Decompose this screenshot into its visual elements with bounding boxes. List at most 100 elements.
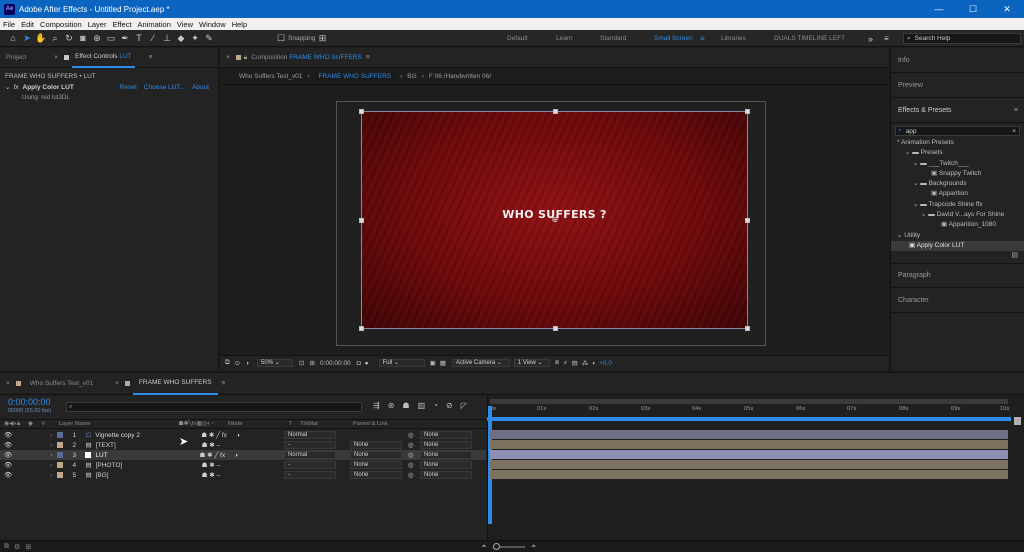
graph-editor-icon[interactable]: ⊘ <box>446 401 453 410</box>
eye-icon[interactable]: 👁︎ <box>4 471 12 479</box>
zoom-dropdown[interactable]: 50% ⌄ <box>257 359 294 367</box>
parent-dropdown[interactable]: None <box>420 461 472 469</box>
character-panel-header[interactable]: Character <box>891 288 1024 314</box>
breadcrumb-item-3[interactable]: BG <box>407 73 416 80</box>
eye-icon[interactable]: 👁︎ <box>4 441 12 449</box>
label-color-swatch[interactable] <box>57 442 64 448</box>
layer-row-2[interactable]: 👁︎ › 2 ▤ [TEXT] ☗ ✱ – - None None ◎ <box>0 440 486 450</box>
layer-bar-5[interactable] <box>490 470 1008 479</box>
pick-whip-icon[interactable]: ◎ <box>408 461 414 469</box>
close-tab-icon[interactable]: × <box>54 54 58 61</box>
composition-name[interactable]: FRAME WHO SUFFERS <box>289 54 362 61</box>
timecode-display[interactable]: 0:00:00:00 <box>320 360 351 367</box>
selection-tool-icon[interactable]: ➤ <box>20 31 34 45</box>
trkmat-dropdown[interactable]: None <box>350 471 402 479</box>
tree-item[interactable]: ▣ Apparition <box>891 189 1024 199</box>
transform-handle[interactable] <box>359 326 364 331</box>
layer-switches-icon[interactable]: ☗ ✱ – <box>202 471 221 479</box>
fx-icon[interactable]: fx <box>13 84 18 91</box>
menu-window[interactable]: Window <box>196 20 229 29</box>
toggle-modes-icon[interactable]: ⊞ <box>25 543 31 551</box>
exposure-icon[interactable]: ◐ <box>592 360 596 367</box>
snapshot-icon[interactable]: ◘ <box>357 360 361 367</box>
comp-flowchart-icon[interactable]: ⇶ <box>373 401 380 410</box>
close-timeline-tab-icon[interactable]: × <box>6 380 10 387</box>
grid-icon[interactable]: ⊞ <box>310 359 315 367</box>
snapping-checkbox-icon[interactable]: ☐ <box>276 31 286 45</box>
rectangle-tool-icon[interactable]: ▭ <box>104 31 118 45</box>
clone-stamp-tool-icon[interactable]: ⊥ <box>160 31 174 45</box>
tree-item[interactable]: ▣ Snappy Twitch <box>891 169 1024 179</box>
show-channel-icon[interactable]: ● <box>365 360 369 367</box>
transform-handle[interactable] <box>359 109 364 114</box>
close-timeline-tab-icon[interactable]: × <box>115 380 119 387</box>
paragraph-panel-header[interactable]: Paragraph <box>891 263 1024 289</box>
eye-icon[interactable]: 👁︎ <box>4 431 12 439</box>
workspace-learn[interactable]: Learn <box>556 30 573 47</box>
parent-dropdown[interactable]: None <box>420 441 472 449</box>
workspace-libraries[interactable]: Libraries <box>721 30 746 47</box>
eye-icon[interactable]: 👁︎ <box>4 461 12 469</box>
eye-icon[interactable]: 👁︎ <box>4 451 12 459</box>
fit-icon[interactable]: ⊡ <box>299 359 304 367</box>
pick-whip-icon[interactable]: ◎ <box>408 471 414 479</box>
frame-blending-icon[interactable]: ▥ <box>418 401 426 410</box>
toggle-pixel-aspect-icon[interactable]: ⧈ <box>555 359 559 367</box>
always-preview-icon[interactable]: ⧉ <box>225 359 230 367</box>
tree-item[interactable]: ⌄ ▬ Backgrounds <box>891 179 1024 189</box>
label-color-swatch[interactable] <box>57 462 64 468</box>
reset-link[interactable]: Reset <box>120 84 137 91</box>
workspace-small-screen[interactable]: Small Screen <box>654 30 693 47</box>
menu-view[interactable]: View <box>174 20 196 29</box>
time-ruler[interactable]: 0s 01s 02s 03s 04s 05s 06s 07s 08s 09s 1… <box>490 404 1009 416</box>
maximize-button[interactable]: ☐ <box>956 0 990 18</box>
timeline-icon[interactable]: ▤ <box>572 359 578 367</box>
menu-composition[interactable]: Composition <box>37 20 85 29</box>
workspace-more-icon[interactable]: » <box>868 30 873 47</box>
trkmat-dropdown[interactable]: None <box>350 461 402 469</box>
minimize-button[interactable]: — <box>922 0 956 18</box>
breadcrumb-item-2[interactable]: FRAME WHO SUFFERS <box>314 72 396 80</box>
close-button[interactable]: ✕ <box>990 0 1024 18</box>
zoom-tool-icon[interactable]: ⌕ <box>48 31 62 45</box>
tree-item[interactable]: ⌄ ▬ David V...ays For Shine <box>891 210 1024 220</box>
parent-dropdown[interactable]: None <box>420 471 472 479</box>
label-color-swatch[interactable] <box>57 452 64 458</box>
timeline-search-input[interactable]: ⌕ <box>66 402 362 412</box>
timeline-panel-menu-icon[interactable]: ≡ <box>222 380 226 387</box>
comp-canvas[interactable]: WHO SUFFERS ? ⊕ <box>359 109 750 331</box>
transform-handle[interactable] <box>745 326 750 331</box>
timeline-tab-who-suffers-test[interactable]: Who Suffers Test_v01 <box>24 373 99 395</box>
expand-arrow-icon[interactable]: › <box>50 472 52 479</box>
rotate-tool-icon[interactable]: ↻ <box>62 31 76 45</box>
home-icon[interactable]: ⌂ <box>6 31 20 45</box>
camera-dropdown[interactable]: Active Camera ⌄ <box>451 359 510 367</box>
expand-arrow-icon[interactable]: › <box>50 442 52 449</box>
transform-handle[interactable] <box>745 109 750 114</box>
zoom-slider-handle[interactable] <box>492 542 500 550</box>
resolution-dropdown[interactable]: Full ⌄ <box>378 359 425 367</box>
parent-dropdown[interactable]: None <box>420 431 472 439</box>
transform-handle[interactable] <box>745 218 750 223</box>
transform-handle[interactable] <box>553 326 558 331</box>
anchor-point-icon[interactable]: ⊕ <box>550 215 560 225</box>
layer-row-3-selected[interactable]: 👁︎ › 3 LUT ☗ ✱ ╱ fx ◑ Normal None None ◎ <box>0 450 486 460</box>
menu-animation[interactable]: Animation <box>135 20 174 29</box>
zoom-in-icon[interactable]: ⏶ <box>531 543 537 551</box>
header-layer-name[interactable]: Layer Name <box>59 421 91 427</box>
trkmat-dropdown[interactable]: None <box>350 441 402 449</box>
layer-switches-icon[interactable]: ☗ ✱ ╱ fx ◑ <box>199 451 238 459</box>
mode-dropdown[interactable]: Normal <box>284 431 336 439</box>
close-comp-tab-icon[interactable]: × <box>226 54 230 61</box>
toggle-switches-icon[interactable]: ⚙︎ <box>14 543 20 551</box>
workspace-menu-icon[interactable]: ≡ <box>700 30 705 47</box>
workspace-default[interactable]: Default <box>507 30 528 47</box>
exposure-value[interactable]: +0.0 <box>599 360 612 367</box>
panel-menu-icon[interactable]: ≡ <box>1014 107 1018 114</box>
expand-arrow-icon[interactable]: › <box>50 432 52 439</box>
expand-arrow-icon[interactable]: › <box>50 462 52 469</box>
layer-switches-icon[interactable]: ☗ ✱ – <box>202 461 221 469</box>
layer-row-4[interactable]: 👁︎ › 4 ▤ [PHOTO] ☗ ✱ – - None None ◎ <box>0 460 486 470</box>
layer-bar-3[interactable] <box>490 450 1008 459</box>
layer-row-1[interactable]: 👁︎ › 1 ☖ Vignette copy 2 ☗ ✱ ╱ fx ◑ Norm… <box>0 430 486 440</box>
